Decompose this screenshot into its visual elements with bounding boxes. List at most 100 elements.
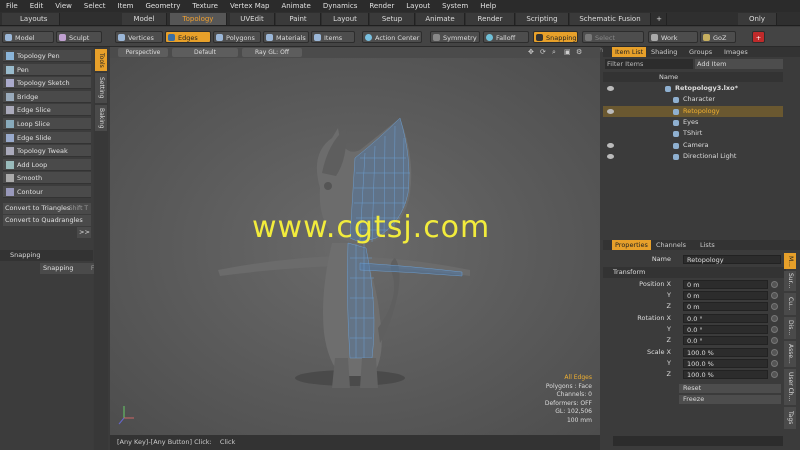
item-row-eyes[interactable]: Eyes: [603, 117, 783, 128]
menu-item-animate[interactable]: Animate: [275, 2, 316, 10]
eye-icon[interactable]: [607, 86, 614, 91]
layout-tab-layout[interactable]: Layout: [322, 13, 369, 25]
tool-bridge[interactable]: Bridge: [3, 90, 91, 103]
prop-value-field[interactable]: 0.0 °: [683, 314, 768, 323]
eye-icon[interactable]: [607, 142, 614, 148]
eye-icon[interactable]: [607, 108, 614, 114]
right-vtab-0[interactable]: M...: [784, 253, 796, 269]
keyframe-dot-icon[interactable]: [771, 337, 778, 344]
transform-section[interactable]: Transform: [603, 267, 786, 278]
shading-menu[interactable]: Default: [172, 48, 238, 57]
menu-item-texture[interactable]: Texture: [186, 2, 224, 10]
zoom-view-icon[interactable]: ⌕: [552, 48, 556, 57]
keyframe-dot-icon[interactable]: [771, 349, 778, 356]
tab-shading[interactable]: Shading: [648, 47, 680, 57]
maximize-view-icon[interactable]: ▣: [564, 48, 571, 56]
add-item-dropdown[interactable]: Add Item: [695, 59, 783, 69]
symmetry-button[interactable]: Symmetry: [430, 31, 480, 43]
right-vtab-5[interactable]: User Ch...: [784, 369, 796, 405]
tool-topology-pen[interactable]: Topology Pen: [3, 50, 91, 62]
polygons-button[interactable]: Polygons: [213, 31, 261, 43]
tool-add-loop[interactable]: Add Loop: [3, 158, 91, 171]
menu-item-edit[interactable]: Edit: [24, 2, 50, 10]
vertices-button[interactable]: Vertices: [115, 31, 163, 43]
tab-groups[interactable]: Groups: [686, 47, 715, 57]
3d-viewport[interactable]: Perspective Default Ray GL: Off ✥ ⟳ ⌕ ▣ …: [110, 47, 600, 435]
item-row-retopology[interactable]: Retopology: [603, 105, 783, 117]
reset-dropdown[interactable]: Reset: [679, 384, 781, 393]
tool-topology-tweak[interactable]: Topology Tweak: [3, 145, 91, 158]
menu-item-system[interactable]: System: [436, 2, 474, 10]
keyframe-dot-icon[interactable]: [771, 360, 778, 367]
menu-item-file[interactable]: File: [0, 2, 24, 10]
side-tab-setting[interactable]: Setting: [95, 73, 107, 103]
viewport-settings-icon[interactable]: ⚙: [576, 48, 582, 56]
right-vtab-2[interactable]: Cu...: [784, 293, 796, 315]
prop-value-field[interactable]: 0.0 °: [683, 336, 768, 345]
select-through-button[interactable]: Select Through: [582, 31, 644, 54]
move-view-icon[interactable]: ✥: [528, 48, 534, 56]
tool-contour[interactable]: Contour: [3, 186, 91, 198]
right-vtab-6[interactable]: Tags: [784, 407, 796, 429]
layout-tab-model[interactable]: Model: [122, 13, 167, 25]
perspective-menu[interactable]: Perspective: [118, 48, 168, 57]
menu-item-help[interactable]: Help: [474, 2, 502, 10]
command-input[interactable]: [613, 436, 783, 446]
layout-tab-paint[interactable]: Paint: [276, 13, 321, 25]
snapping-toolbar-button[interactable]: Snapping: [533, 31, 578, 43]
side-tab-tools[interactable]: Tools: [95, 49, 107, 71]
layout-tab-render[interactable]: Render: [466, 13, 515, 25]
freeze-dropdown[interactable]: Freeze: [679, 395, 781, 404]
only-toggle[interactable]: Only: [738, 13, 777, 25]
filter-items-input[interactable]: Filter Items: [605, 59, 693, 69]
convert-triangles-button[interactable]: Convert to Triangles Shift T: [3, 203, 91, 214]
raygl-menu[interactable]: Ray GL: Off: [242, 48, 302, 57]
tool-smooth[interactable]: Smooth: [3, 172, 91, 185]
keyframe-dot-icon[interactable]: [771, 303, 778, 310]
tab-properties[interactable]: Properties: [612, 240, 651, 250]
menu-item-render[interactable]: Render: [363, 2, 400, 10]
tab-item-list[interactable]: Item List: [612, 47, 647, 57]
layouts-menu[interactable]: Layouts: [2, 13, 60, 25]
menu-item-dynamics[interactable]: Dynamics: [317, 2, 364, 10]
tool-topology-sketch[interactable]: Topology Sketch: [3, 77, 91, 90]
materials-button[interactable]: Materials: [263, 31, 309, 43]
tab-channels[interactable]: Channels: [653, 240, 689, 250]
convert-quads-button[interactable]: Convert to Quadrangles: [3, 215, 91, 226]
prop-value-field[interactable]: 0.0 °: [683, 325, 768, 334]
rotate-view-icon[interactable]: ⟳: [540, 48, 546, 56]
layout-tab-scripting[interactable]: Scripting: [516, 13, 569, 25]
tool-pen[interactable]: Pen: [3, 63, 91, 76]
right-vtab-3[interactable]: Dis...: [784, 317, 796, 339]
snapping-section-header[interactable]: Snapping: [0, 250, 93, 261]
sculpt-mode-button[interactable]: Sculpt: [56, 31, 102, 43]
keyframe-dot-icon[interactable]: [771, 326, 778, 333]
item-row-retopology3-lxo-[interactable]: Retopology3.lxo*: [603, 83, 783, 94]
action-center-button[interactable]: Action Center: [362, 31, 422, 43]
edges-button[interactable]: Edges: [165, 31, 211, 43]
more-tools-button[interactable]: >>: [77, 227, 91, 238]
prop-value-field[interactable]: 0 m: [683, 280, 768, 289]
prop-value-field[interactable]: 0 m: [683, 291, 768, 300]
tab-lists[interactable]: Lists: [697, 240, 718, 250]
tab-images[interactable]: Images: [721, 47, 751, 57]
menu-item-geometry[interactable]: Geometry: [139, 2, 186, 10]
item-row-directional-light[interactable]: Directional Light: [603, 151, 783, 162]
layout-tab-setup[interactable]: Setup: [370, 13, 415, 25]
right-vtab-1[interactable]: Sur...: [784, 271, 796, 291]
prop-value-field[interactable]: 100.0 %: [683, 370, 768, 379]
model-mode-button[interactable]: Model: [2, 31, 54, 43]
eye-icon[interactable]: [607, 153, 614, 159]
prop-value-field[interactable]: 0 m: [683, 302, 768, 311]
layout-tab-schematic-fusion[interactable]: Schematic Fusion: [570, 13, 651, 25]
prop-value-field[interactable]: 100.0 %: [683, 359, 768, 368]
right-vtab-4[interactable]: Asse...: [784, 341, 796, 367]
tool-edge-slice[interactable]: Edge Slice: [3, 104, 91, 117]
name-field[interactable]: Retopology: [683, 255, 781, 264]
prop-value-field[interactable]: 100.0 %: [683, 348, 768, 357]
layout-tab-topology[interactable]: Topology: [170, 13, 227, 25]
item-row-character[interactable]: Character: [603, 94, 783, 105]
goz-button[interactable]: GoZ: [700, 31, 736, 43]
menu-item-select[interactable]: Select: [78, 2, 112, 10]
add-red-button[interactable]: +: [752, 31, 765, 43]
